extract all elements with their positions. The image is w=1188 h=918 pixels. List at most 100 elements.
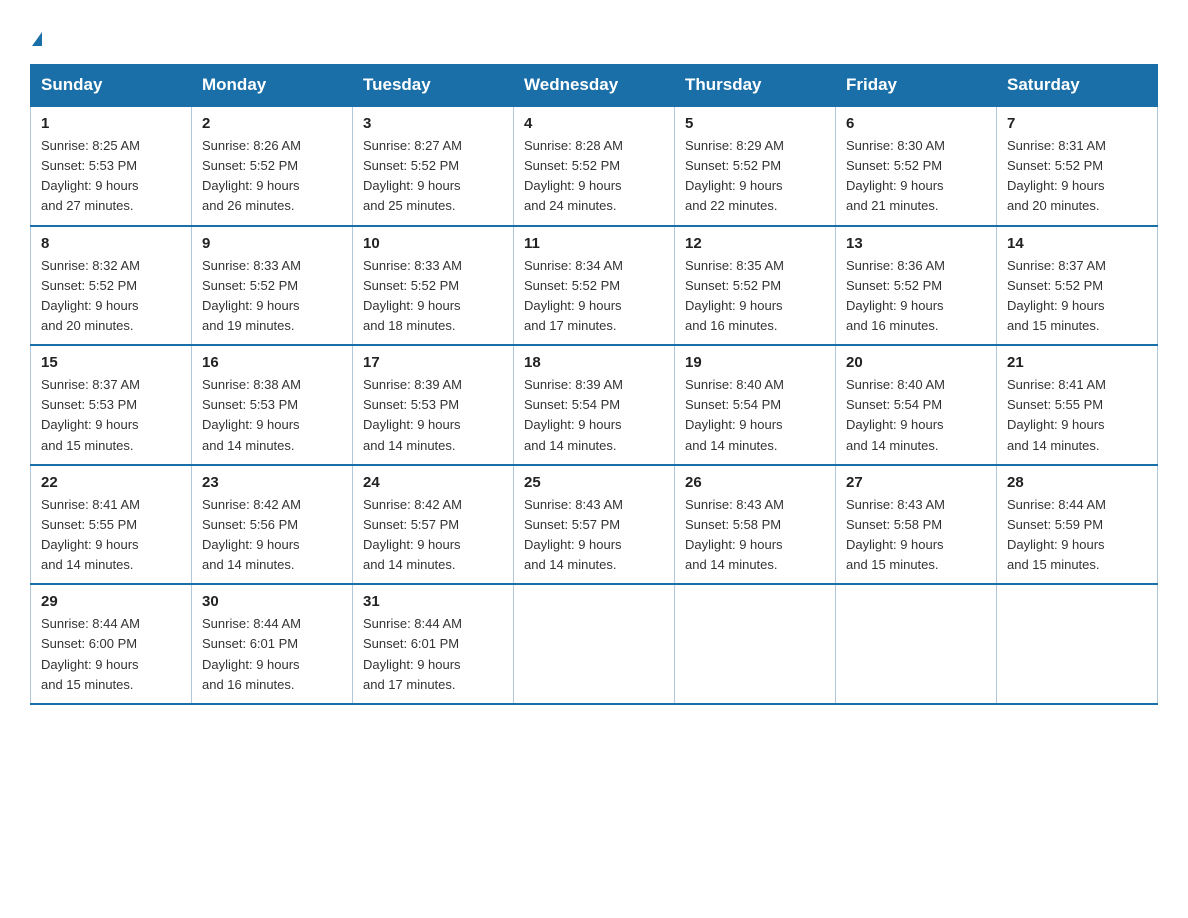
table-row <box>836 584 997 704</box>
day-number: 7 <box>1007 115 1147 132</box>
day-info: Sunrise: 8:43 AMSunset: 5:58 PMDaylight:… <box>846 495 986 576</box>
day-info: Sunrise: 8:44 AMSunset: 6:01 PMDaylight:… <box>202 614 342 695</box>
weekday-header-row: Sunday Monday Tuesday Wednesday Thursday… <box>31 65 1158 107</box>
day-number: 15 <box>41 354 181 371</box>
day-number: 10 <box>363 235 503 252</box>
day-info: Sunrise: 8:40 AMSunset: 5:54 PMDaylight:… <box>846 375 986 456</box>
day-number: 3 <box>363 115 503 132</box>
day-info: Sunrise: 8:37 AMSunset: 5:53 PMDaylight:… <box>41 375 181 456</box>
table-row: 24 Sunrise: 8:42 AMSunset: 5:57 PMDayligh… <box>353 465 514 585</box>
day-info: Sunrise: 8:37 AMSunset: 5:52 PMDaylight:… <box>1007 256 1147 337</box>
day-info: Sunrise: 8:44 AMSunset: 5:59 PMDaylight:… <box>1007 495 1147 576</box>
day-info: Sunrise: 8:38 AMSunset: 5:53 PMDaylight:… <box>202 375 342 456</box>
table-row: 22 Sunrise: 8:41 AMSunset: 5:55 PMDayligh… <box>31 465 192 585</box>
header-tuesday: Tuesday <box>353 65 514 107</box>
day-number: 13 <box>846 235 986 252</box>
day-number: 8 <box>41 235 181 252</box>
day-number: 23 <box>202 474 342 491</box>
calendar-week-row: 15 Sunrise: 8:37 AMSunset: 5:53 PMDayligh… <box>31 345 1158 465</box>
day-info: Sunrise: 8:41 AMSunset: 5:55 PMDaylight:… <box>1007 375 1147 456</box>
calendar-week-row: 8 Sunrise: 8:32 AMSunset: 5:52 PMDaylight… <box>31 226 1158 346</box>
table-row: 15 Sunrise: 8:37 AMSunset: 5:53 PMDayligh… <box>31 345 192 465</box>
table-row: 2 Sunrise: 8:26 AMSunset: 5:52 PMDaylight… <box>192 106 353 226</box>
day-number: 16 <box>202 354 342 371</box>
day-info: Sunrise: 8:35 AMSunset: 5:52 PMDaylight:… <box>685 256 825 337</box>
header-monday: Monday <box>192 65 353 107</box>
day-number: 31 <box>363 593 503 610</box>
table-row: 11 Sunrise: 8:34 AMSunset: 5:52 PMDayligh… <box>514 226 675 346</box>
day-info: Sunrise: 8:31 AMSunset: 5:52 PMDaylight:… <box>1007 136 1147 217</box>
table-row <box>997 584 1158 704</box>
header-thursday: Thursday <box>675 65 836 107</box>
table-row: 26Sunrise: 8:43 AMSunset: 5:58 PMDayligh… <box>675 465 836 585</box>
table-row: 23Sunrise: 8:42 AMSunset: 5:56 PMDayligh… <box>192 465 353 585</box>
day-number: 22 <box>41 474 181 491</box>
table-row: 19 Sunrise: 8:40 AMSunset: 5:54 PMDayligh… <box>675 345 836 465</box>
table-row: 10 Sunrise: 8:33 AMSunset: 5:52 PMDayligh… <box>353 226 514 346</box>
calendar-week-row: 22 Sunrise: 8:41 AMSunset: 5:55 PMDayligh… <box>31 465 1158 585</box>
day-number: 28 <box>1007 474 1147 491</box>
day-info: Sunrise: 8:39 AMSunset: 5:54 PMDaylight:… <box>524 375 664 456</box>
day-number: 1 <box>41 115 181 132</box>
day-info: Sunrise: 8:27 AMSunset: 5:52 PMDaylight:… <box>363 136 503 217</box>
day-number: 25 <box>524 474 664 491</box>
day-info: Sunrise: 8:26 AMSunset: 5:52 PMDaylight:… <box>202 136 342 217</box>
day-info: Sunrise: 8:25 AMSunset: 5:53 PMDaylight:… <box>41 136 181 217</box>
day-info: Sunrise: 8:40 AMSunset: 5:54 PMDaylight:… <box>685 375 825 456</box>
table-row: 14 Sunrise: 8:37 AMSunset: 5:52 PMDayligh… <box>997 226 1158 346</box>
table-row: 21Sunrise: 8:41 AMSunset: 5:55 PMDayligh… <box>997 345 1158 465</box>
logo-triangle-icon <box>32 32 42 46</box>
day-info: Sunrise: 8:30 AMSunset: 5:52 PMDaylight:… <box>846 136 986 217</box>
day-info: Sunrise: 8:44 AMSunset: 6:00 PMDaylight:… <box>41 614 181 695</box>
day-info: Sunrise: 8:36 AMSunset: 5:52 PMDaylight:… <box>846 256 986 337</box>
table-row: 30 Sunrise: 8:44 AMSunset: 6:01 PMDayligh… <box>192 584 353 704</box>
day-info: Sunrise: 8:29 AMSunset: 5:52 PMDaylight:… <box>685 136 825 217</box>
day-info: Sunrise: 8:28 AMSunset: 5:52 PMDaylight:… <box>524 136 664 217</box>
table-row <box>675 584 836 704</box>
table-row: 17 Sunrise: 8:39 AMSunset: 5:53 PMDayligh… <box>353 345 514 465</box>
calendar-week-row: 1 Sunrise: 8:25 AMSunset: 5:53 PMDaylight… <box>31 106 1158 226</box>
day-info: Sunrise: 8:41 AMSunset: 5:55 PMDaylight:… <box>41 495 181 576</box>
table-row: 4 Sunrise: 8:28 AMSunset: 5:52 PMDaylight… <box>514 106 675 226</box>
day-info: Sunrise: 8:44 AMSunset: 6:01 PMDaylight:… <box>363 614 503 695</box>
logo-general-row <box>30 20 42 48</box>
page-header <box>30 20 1158 48</box>
day-info: Sunrise: 8:42 AMSunset: 5:57 PMDaylight:… <box>363 495 503 576</box>
day-number: 18 <box>524 354 664 371</box>
day-number: 9 <box>202 235 342 252</box>
day-number: 29 <box>41 593 181 610</box>
day-number: 30 <box>202 593 342 610</box>
table-row: 7 Sunrise: 8:31 AMSunset: 5:52 PMDaylight… <box>997 106 1158 226</box>
day-number: 17 <box>363 354 503 371</box>
day-info: Sunrise: 8:32 AMSunset: 5:52 PMDaylight:… <box>41 256 181 337</box>
day-number: 4 <box>524 115 664 132</box>
day-number: 19 <box>685 354 825 371</box>
table-row: 25Sunrise: 8:43 AMSunset: 5:57 PMDayligh… <box>514 465 675 585</box>
day-number: 14 <box>1007 235 1147 252</box>
table-row: 12Sunrise: 8:35 AMSunset: 5:52 PMDayligh… <box>675 226 836 346</box>
table-row: 29 Sunrise: 8:44 AMSunset: 6:00 PMDayligh… <box>31 584 192 704</box>
day-number: 5 <box>685 115 825 132</box>
day-info: Sunrise: 8:39 AMSunset: 5:53 PMDaylight:… <box>363 375 503 456</box>
table-row: 28 Sunrise: 8:44 AMSunset: 5:59 PMDayligh… <box>997 465 1158 585</box>
day-number: 6 <box>846 115 986 132</box>
calendar-week-row: 29 Sunrise: 8:44 AMSunset: 6:00 PMDayligh… <box>31 584 1158 704</box>
table-row: 8 Sunrise: 8:32 AMSunset: 5:52 PMDaylight… <box>31 226 192 346</box>
table-row: 27Sunrise: 8:43 AMSunset: 5:58 PMDayligh… <box>836 465 997 585</box>
calendar-table: Sunday Monday Tuesday Wednesday Thursday… <box>30 64 1158 705</box>
logo <box>30 20 42 48</box>
table-row: 31 Sunrise: 8:44 AMSunset: 6:01 PMDayligh… <box>353 584 514 704</box>
header-wednesday: Wednesday <box>514 65 675 107</box>
day-number: 24 <box>363 474 503 491</box>
day-info: Sunrise: 8:34 AMSunset: 5:52 PMDaylight:… <box>524 256 664 337</box>
table-row: 3 Sunrise: 8:27 AMSunset: 5:52 PMDaylight… <box>353 106 514 226</box>
day-number: 11 <box>524 235 664 252</box>
header-sunday: Sunday <box>31 65 192 107</box>
day-info: Sunrise: 8:33 AMSunset: 5:52 PMDaylight:… <box>363 256 503 337</box>
header-friday: Friday <box>836 65 997 107</box>
table-row <box>514 584 675 704</box>
day-number: 2 <box>202 115 342 132</box>
header-saturday: Saturday <box>997 65 1158 107</box>
table-row: 16 Sunrise: 8:38 AMSunset: 5:53 PMDayligh… <box>192 345 353 465</box>
day-info: Sunrise: 8:33 AMSunset: 5:52 PMDaylight:… <box>202 256 342 337</box>
